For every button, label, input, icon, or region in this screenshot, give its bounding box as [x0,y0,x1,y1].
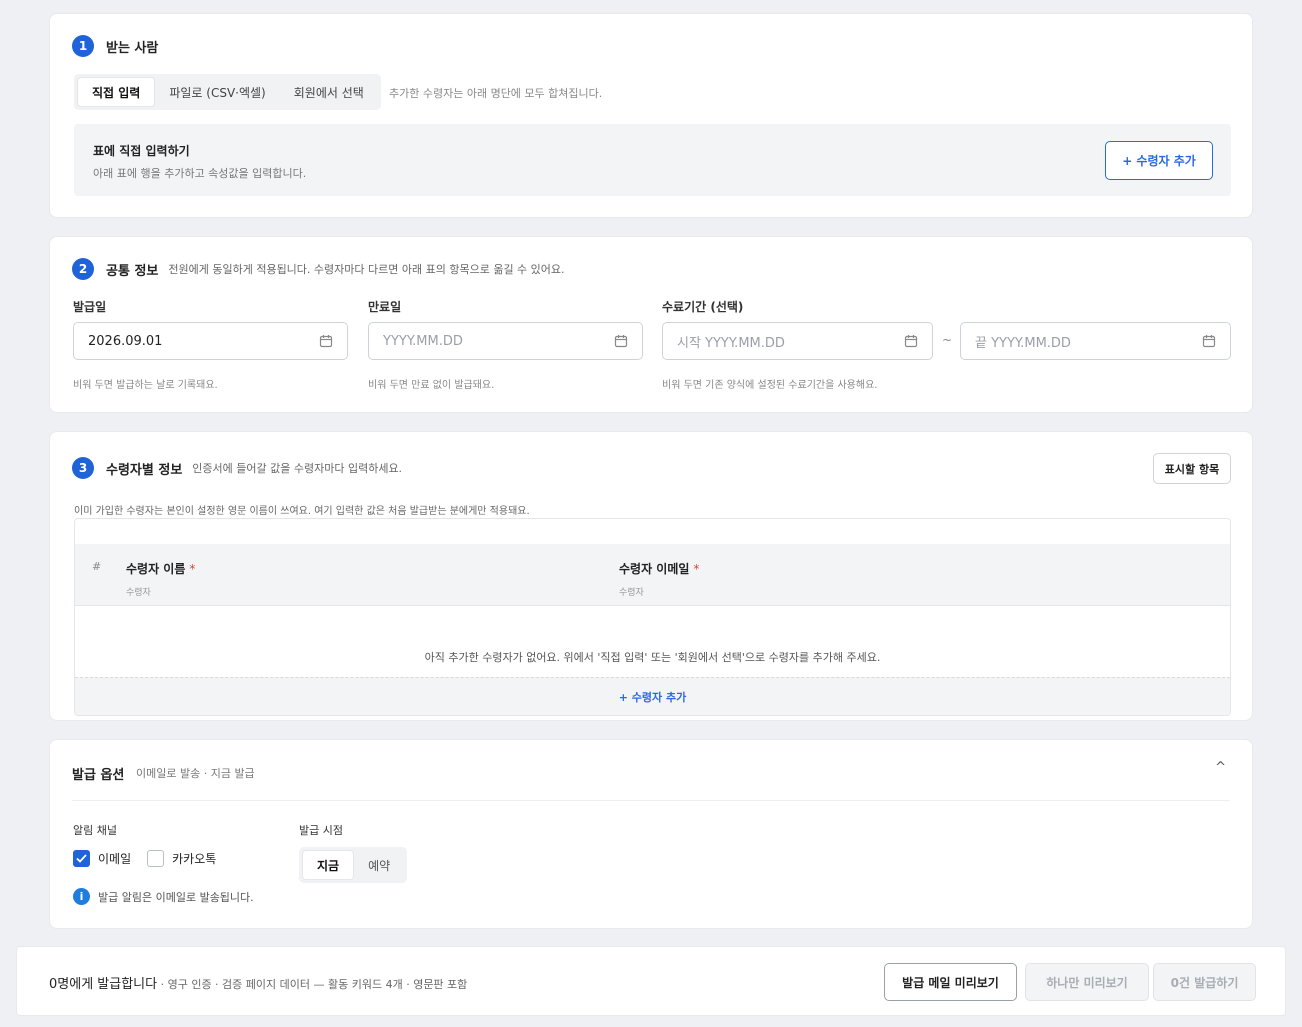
column-recipient-name: 수령자 이름 * 수령자 [126,558,195,598]
issue-footer-bar: 0명에게 발급합니다 · 영구 인증 · 검증 페이지 데이터 — 활동 키워드… [16,946,1286,1016]
issue-button[interactable]: 0건 발급하기 [1153,963,1256,1001]
display-fields-button[interactable]: 표시할 항목 [1153,453,1231,484]
recipients-section: 1 받는 사람 직접 입력 파일로 (CSV·엑셀) 회원에서 선택 추가한 수… [49,13,1253,218]
email-checkbox[interactable] [73,850,90,867]
column-name-label: 수령자 이름 [126,562,186,576]
period-label: 수료기간 (선택) [662,300,744,314]
info-text: 발급 알림은 이메일로 발송됩니다. [98,890,254,904]
kakaotalk-checkbox-label: 카카오톡 [172,852,217,866]
info-icon: i [73,888,90,905]
period-separator: ~ [942,333,953,347]
tabs-note: 추가한 수령자는 아래 명단에 모두 합쳐집니다. [389,87,603,100]
step-number-1: 1 [72,35,94,57]
issue-count-text: 0명에게 발급합니다 [49,977,158,992]
period-end-input[interactable]: 끝 YYYY.MM.DD [960,322,1231,360]
common-info-title: 공통 정보 [106,263,159,279]
per-recipient-desc: 인증서에 들어갈 값을 수령자마다 입력하세요. [192,462,403,475]
per-recipient-header: 3 수령자별 정보 인증서에 들어갈 값을 수령자마다 입력하세요. [72,457,402,479]
column-index-header: # [92,560,102,573]
channel-label: 알림 채널 [73,824,117,837]
issue-summary: 0명에게 발급합니다 · 영구 인증 · 검증 페이지 데이터 — 활동 키워드… [49,973,467,992]
expiry-date-label: 만료일 [368,300,402,314]
column-email-sub: 수령자 [619,588,644,598]
column-name-sub: 수령자 [126,588,151,598]
issue-options-summary: 이메일로 발송 · 지금 발급 [136,767,255,780]
direct-input-desc: 아래 표에 행을 추가하고 속성값을 입력합니다. [93,167,307,180]
issue-date-hint: 비워 두면 발급하는 날로 기록돼요. [73,380,218,391]
collapse-caret-icon[interactable]: ^ [1215,760,1226,775]
timing-label: 발급 시점 [299,824,343,837]
recipients-table: # 수령자 이름 * 수령자 수령자 이메일 * 수령자 아직 추가한 수령자가 없… [74,518,1231,716]
calendar-icon[interactable] [904,334,918,348]
period-start-placeholder: 시작 YYYY.MM.DD [677,335,785,351]
period-end-placeholder: 끝 YYYY.MM.DD [975,335,1071,351]
expiry-date-input[interactable]: YYYY.MM.DD [368,322,643,360]
timing-now-option[interactable]: 지금 [302,850,355,880]
recipient-source-tabs: 직접 입력 파일로 (CSV·엑셀) 회원에서 선택 [74,74,381,110]
tab-file-upload[interactable]: 파일로 (CSV·엑셀) [155,77,279,107]
preview-mail-button[interactable]: 발급 메일 미리보기 [884,963,1017,1001]
options-divider [72,800,1230,801]
preview-one-button[interactable]: 하나만 미리보기 [1025,963,1149,1001]
recipients-header: 1 받는 사람 [72,35,158,57]
email-checkbox-label: 이메일 [98,852,132,866]
required-mark: * [189,562,196,576]
issue-date-value: 2026.09.01 [88,333,163,349]
table-header: # 수령자 이름 * 수령자 수령자 이메일 * 수령자 [75,544,1230,606]
expiry-date-hint: 비워 두면 만료 없이 발급돼요. [368,380,495,391]
direct-input-title: 표에 직접 입력하기 [93,144,190,158]
info-message: i 발급 알림은 이메일로 발송됩니다. [73,888,254,905]
add-recipient-button[interactable]: + 수령자 추가 [1105,141,1213,180]
recipients-title: 받는 사람 [106,40,159,56]
step-number-3: 3 [72,457,94,479]
per-recipient-section: 3 수령자별 정보 인증서에 들어갈 값을 수령자마다 입력하세요. 표시할 항… [49,431,1253,721]
per-recipient-title: 수령자별 정보 [106,462,183,478]
expiry-date-placeholder: YYYY.MM.DD [383,333,463,349]
direct-input-panel: 표에 직접 입력하기 아래 표에 행을 추가하고 속성값을 입력합니다. + 수… [74,124,1231,196]
column-recipient-email: 수령자 이메일 * 수령자 [619,558,699,598]
period-start-input[interactable]: 시작 YYYY.MM.DD [662,322,933,360]
check-icon [76,854,87,863]
add-row-button[interactable]: + 수령자 추가 [75,677,1230,715]
timing-schedule-option[interactable]: 예약 [354,850,404,880]
empty-table-message: 아직 추가한 수령자가 없어요. 위에서 '직접 입력' 또는 '회원에서 선택… [424,651,881,664]
calendar-icon[interactable] [1202,334,1216,348]
issue-options-title: 발급 옵션 [72,768,125,783]
column-email-label: 수령자 이메일 [619,562,690,576]
kakaotalk-checkbox[interactable] [147,850,165,867]
issue-date-label: 발급일 [73,300,107,314]
issue-options-section: 발급 옵션 이메일로 발송 · 지금 발급 ^ 알림 채널 이메일 카카오톡 발… [49,739,1253,929]
tab-member-select[interactable]: 회원에서 선택 [280,77,378,107]
period-hint: 비워 두면 기존 양식에 설정된 수료기간을 사용해요. [662,380,878,391]
timing-segmented-control: 지금 예약 [299,847,408,883]
name-notice: 이미 가입한 수령자는 본인이 설정한 영문 이름이 쓰여요. 여기 입력한 값… [74,506,530,517]
common-info-section: 2 공통 정보 전원에게 동일하게 적용됩니다. 수령자마다 다르면 아래 표의… [49,236,1253,413]
calendar-icon[interactable] [319,334,333,348]
calendar-icon[interactable] [614,334,628,348]
tab-direct-input[interactable]: 직접 입력 [77,77,156,107]
common-info-header: 2 공통 정보 전원에게 동일하게 적용됩니다. 수령자마다 다르면 아래 표의… [72,258,565,280]
issue-meta-text: · 영구 인증 · 검증 페이지 데이터 — 활동 키워드 4개 · 영문판 포… [157,978,468,991]
common-info-desc: 전원에게 동일하게 적용됩니다. 수령자마다 다르면 아래 표의 항목으로 옮길… [168,263,565,276]
channel-checkboxes: 이메일 카카오톡 [73,850,232,867]
step-number-2: 2 [72,258,94,280]
required-mark: * [693,562,700,576]
issue-date-input[interactable]: 2026.09.01 [73,322,348,360]
